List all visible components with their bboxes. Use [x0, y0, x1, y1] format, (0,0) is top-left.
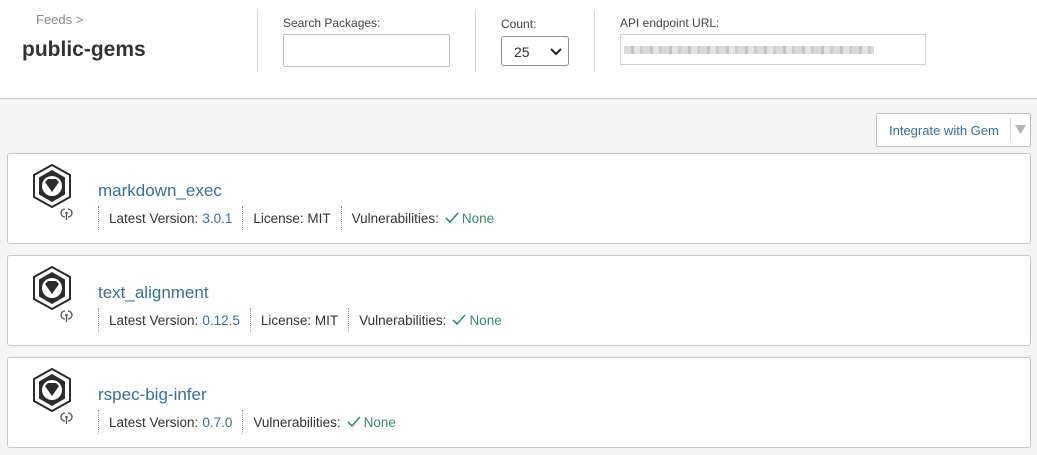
package-card[interactable]: text_alignment Latest Version: 0.12.5 Li… [7, 255, 1031, 346]
vuln-status-text: None [363, 414, 396, 430]
search-input[interactable] [283, 34, 450, 67]
caret-down-icon[interactable] [1015, 125, 1026, 134]
version-label: Latest Version: [109, 210, 199, 226]
endpoint-url-field[interactable] [620, 34, 926, 65]
latest-version: Latest Version: 0.7.0 [98, 410, 242, 434]
package-card[interactable]: markdown_exec Latest Version: 3.0.1 Lice… [7, 153, 1031, 244]
count-value: 25 [514, 44, 530, 60]
package-meta: Latest Version: 0.12.5 License: MIT Vuln… [98, 308, 512, 332]
vulnerabilities: Vulnerabilities: None [340, 206, 505, 230]
check-icon [445, 212, 459, 224]
header-divider [475, 10, 476, 72]
version-link[interactable]: 0.12.5 [202, 313, 240, 328]
version-label: Latest Version: [109, 312, 199, 328]
vulnerabilities: Vulnerabilities: None [348, 308, 512, 332]
gem-package-icon [33, 163, 73, 220]
latest-version: Latest Version: 3.0.1 [98, 206, 242, 230]
package-card[interactable]: rspec-big-infer Latest Version: 0.7.0 Vu… [7, 357, 1031, 448]
package-name[interactable]: rspec-big-infer [98, 385, 207, 405]
vuln-status-text: None [461, 210, 495, 226]
package-meta: Latest Version: 3.0.1 License: MIT Vulne… [98, 206, 504, 230]
vuln-status: None [347, 415, 396, 430]
vuln-label: Vulnerabilities: [253, 414, 341, 430]
version-label: Latest Version: [109, 414, 199, 430]
vuln-status: None [445, 211, 494, 226]
button-divider [1010, 118, 1011, 142]
vulnerabilities: Vulnerabilities: None [242, 410, 406, 434]
integrate-button[interactable]: Integrate with Gem [876, 113, 1031, 147]
redacted-url [624, 46, 874, 54]
check-icon [347, 416, 361, 428]
header-divider [257, 10, 258, 72]
check-icon [452, 314, 467, 326]
license: License: MIT [242, 206, 340, 230]
vuln-status: None [452, 312, 502, 328]
version-link[interactable]: 3.0.1 [202, 211, 232, 226]
vuln-label: Vulnerabilities: [359, 312, 447, 328]
integrate-button-label: Integrate with Gem [889, 123, 999, 138]
count-select[interactable]: 25 [501, 36, 569, 66]
page-title: public-gems [22, 38, 146, 61]
endpoint-label: API endpoint URL: [620, 16, 720, 30]
package-name[interactable]: markdown_exec [98, 181, 222, 201]
feed-header: Feeds > public-gems Search Packages: Cou… [0, 0, 1037, 99]
gem-package-icon [33, 367, 73, 424]
package-name[interactable]: text_alignment [98, 283, 209, 303]
vuln-status-text: None [469, 312, 502, 328]
search-label: Search Packages: [283, 16, 381, 30]
gem-package-icon [33, 265, 73, 322]
breadcrumb[interactable]: Feeds > [36, 12, 83, 27]
package-meta: Latest Version: 0.7.0 Vulnerabilities: N… [98, 410, 406, 434]
latest-version: Latest Version: 0.12.5 [98, 308, 250, 332]
chevron-down-icon [550, 48, 562, 56]
header-divider [594, 10, 595, 72]
count-label: Count: [501, 17, 537, 31]
version-link[interactable]: 0.7.0 [202, 415, 232, 430]
vuln-label: Vulnerabilities: [351, 210, 439, 226]
license: License: MIT [249, 308, 348, 332]
